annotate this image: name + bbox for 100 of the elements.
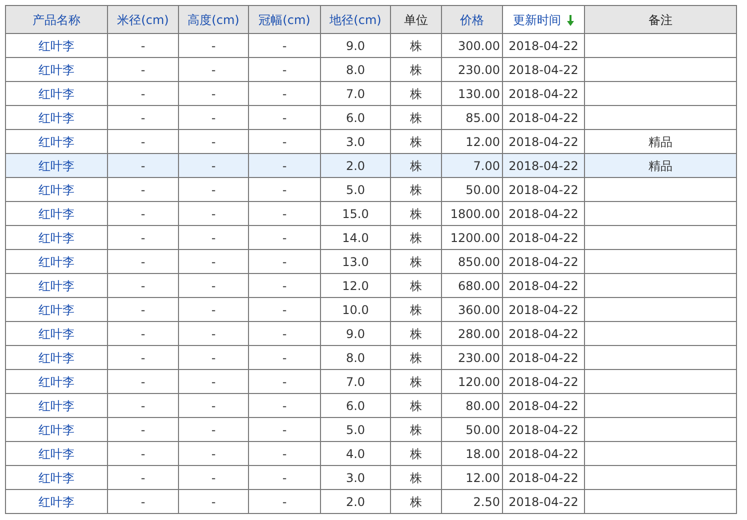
table-cell: - [282, 303, 287, 317]
table-cell: 株 [410, 327, 422, 341]
table-cell: - [282, 279, 287, 293]
table-cell: 株 [410, 111, 422, 125]
table-cell: 50.00 [466, 183, 500, 197]
table-cell: - [140, 327, 146, 341]
table-cell: 230.00 [458, 351, 500, 365]
table-cell: - [140, 303, 146, 317]
table-cell: 6.0 [346, 399, 366, 413]
table-cell: 5.0 [346, 423, 366, 437]
table-cell: 9.0 [346, 327, 366, 341]
table-cell: 680.00 [458, 279, 500, 293]
table-cell: - [282, 39, 287, 53]
table-cell: 13.0 [342, 255, 369, 269]
table-cell: 2.0 [346, 495, 366, 509]
table-cell: - [140, 183, 146, 197]
table-cell: - [211, 495, 216, 509]
table-cell: 株 [410, 399, 422, 413]
table-cell: - [140, 63, 146, 77]
table-cell: 2018-04-22 [508, 375, 578, 389]
table-cell: 300.00 [458, 39, 500, 53]
table-cell: - [211, 183, 216, 197]
sort-down-icon [567, 14, 574, 26]
table-cell: - [282, 135, 287, 149]
table-cell: 18.00 [466, 447, 500, 461]
table-cell: 120.00 [458, 375, 500, 389]
table-cell: 50.00 [466, 423, 500, 437]
table-cell: - [211, 255, 216, 269]
table-cell: - [140, 111, 146, 125]
table-cell: - [140, 159, 146, 173]
table-cell: 株 [410, 183, 422, 197]
table-cell: - [211, 327, 216, 341]
table-cell: 2018-04-22 [508, 399, 578, 413]
table-cell: - [211, 111, 216, 125]
table-cell: 2018-04-22 [508, 63, 578, 77]
table-cell: - [140, 231, 146, 245]
table-cell: - [140, 39, 146, 53]
column-header: 备注 [584, 6, 736, 34]
table-cell: - [282, 87, 287, 101]
table-cell: - [211, 231, 216, 245]
table-cell: 2018-04-22 [508, 447, 578, 461]
table-cell: 2018-04-22 [508, 423, 578, 437]
table-cell: 2018-04-22 [508, 231, 578, 245]
table-cell: - [140, 207, 146, 221]
table-cell: 85.00 [466, 111, 500, 125]
table-cell: 株 [410, 279, 422, 293]
table-cell: - [282, 111, 287, 125]
table-cell: 9.0 [346, 39, 366, 53]
table-cell: - [282, 447, 287, 461]
table-cell: - [140, 255, 146, 269]
table-cell: 2018-04-22 [508, 39, 578, 53]
table-cell: - [140, 279, 146, 293]
table-cell: 12.00 [466, 135, 500, 149]
table-cell: 2018-04-22 [508, 183, 578, 197]
table-cell: - [211, 279, 216, 293]
table-cell: 10.0 [342, 303, 369, 317]
table-cell: - [211, 375, 216, 389]
table-cell: 株 [410, 447, 422, 461]
table-cell: 3.0 [346, 471, 366, 485]
table-cell: - [140, 495, 146, 509]
table-cell: - [282, 231, 287, 245]
table-cell: - [140, 375, 146, 389]
table-cell: - [211, 63, 216, 77]
table-cell: - [211, 87, 216, 101]
table-cell: 株 [410, 159, 422, 173]
table-cell: 株 [410, 39, 422, 53]
table-cell: - [140, 399, 146, 413]
table-cell: 12.00 [466, 471, 500, 485]
table-cell: 360.00 [458, 303, 500, 317]
table-cell: - [211, 39, 216, 53]
table-cell: 3.0 [346, 135, 366, 149]
table-cell: 2018-04-22 [508, 207, 578, 221]
table-cell: 14.0 [342, 231, 369, 245]
table-cell: 4.0 [346, 447, 366, 461]
table-cell: 7.0 [346, 375, 366, 389]
table-cell: 2018-04-22 [508, 303, 578, 317]
table-cell: 株 [410, 423, 422, 437]
table-cell: - [140, 135, 146, 149]
table-cell: 株 [410, 255, 422, 269]
sort-link[interactable]: 更新时间 [513, 12, 561, 26]
table-cell: 2018-04-22 [508, 471, 578, 485]
table-cell: - [282, 471, 287, 485]
table-cell: - [282, 495, 287, 509]
table-cell: 株 [410, 375, 422, 389]
table-cell: 80.00 [466, 399, 500, 413]
table-cell: 2018-04-22 [508, 279, 578, 293]
table-cell: - [282, 207, 287, 221]
table-cell: - [282, 159, 287, 173]
table-cell: - [211, 351, 216, 365]
table-cell: 2018-04-22 [508, 327, 578, 341]
table-cell: 2018-04-22 [508, 135, 578, 149]
table-cell: 850.00 [458, 255, 500, 269]
table-cell: 12.0 [342, 279, 369, 293]
table-cell: 精品 [648, 135, 672, 149]
table-cell: 6.0 [346, 111, 366, 125]
table-cell: 株 [410, 351, 422, 365]
table-cell: 230.00 [458, 63, 500, 77]
table-cell: - [282, 255, 287, 269]
table-cell: - [140, 471, 146, 485]
sort-link[interactable]: 价格 [460, 12, 484, 26]
